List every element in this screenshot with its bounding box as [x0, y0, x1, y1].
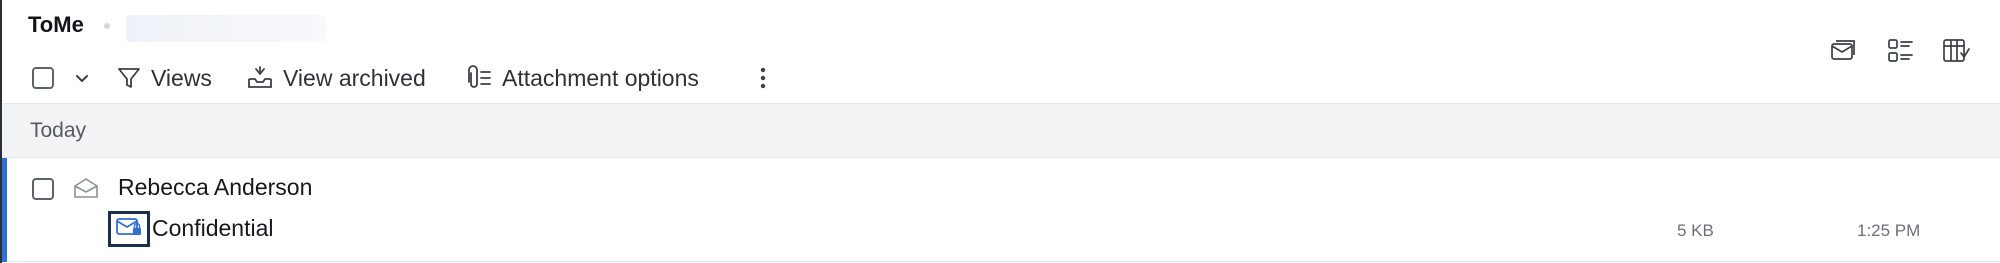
- message-sender: Rebecca Anderson: [118, 174, 313, 200]
- reading-pane-button[interactable]: [1826, 36, 1860, 70]
- list-view-icon: [1886, 37, 1914, 70]
- secure-mail-indicator[interactable]: [108, 211, 150, 247]
- title-separator-dot: [104, 23, 110, 29]
- archive-tray-icon: [246, 65, 274, 91]
- views-button[interactable]: Views: [116, 56, 212, 100]
- chevron-down-icon: [74, 70, 90, 86]
- views-label: Views: [151, 64, 212, 91]
- attachment-options-label: Attachment options: [502, 64, 699, 91]
- message-time: 1:25 PM: [1857, 221, 1921, 240]
- row-selection-accent: [2, 158, 7, 262]
- checkbox-box: [32, 67, 54, 89]
- message-subject: Confidential: [152, 215, 274, 241]
- message-row[interactable]: Rebecca Anderson Confidential 5 KB 1:25 …: [2, 158, 2000, 262]
- select-options-dropdown[interactable]: [74, 56, 90, 100]
- mail-list-pane: ToMe Views View archived Attachment opti…: [0, 0, 2000, 263]
- group-header-today: Today: [2, 104, 2000, 158]
- message-size: 5 KB: [1677, 221, 1714, 240]
- list-header: ToMe Views View archived Attachment opti…: [2, 0, 2000, 104]
- list-view-button[interactable]: [1883, 36, 1917, 70]
- filter-icon: [116, 65, 142, 91]
- more-options-button[interactable]: [757, 56, 769, 100]
- list-toolbar: Views View archived Attachment options: [2, 56, 2000, 100]
- group-label: Today: [30, 119, 87, 142]
- envelope-open-icon[interactable]: [72, 176, 100, 205]
- folder-title: ToMe: [28, 12, 84, 37]
- view-archived-label: View archived: [283, 64, 426, 91]
- column-settings-icon: [1941, 37, 1971, 70]
- vertical-ellipsis-icon: [757, 65, 769, 91]
- message-checkbox[interactable]: [32, 178, 54, 200]
- reading-pane-icon: [1829, 38, 1857, 69]
- folder-subtitle-placeholder: [126, 15, 326, 42]
- envelope-lock-icon: [115, 216, 143, 243]
- select-all-checkbox[interactable]: [32, 56, 54, 100]
- view-archived-button[interactable]: View archived: [246, 56, 426, 100]
- column-settings-button[interactable]: [1939, 36, 1973, 70]
- paperclip-list-icon: [463, 64, 493, 92]
- attachment-options-button[interactable]: Attachment options: [463, 56, 699, 100]
